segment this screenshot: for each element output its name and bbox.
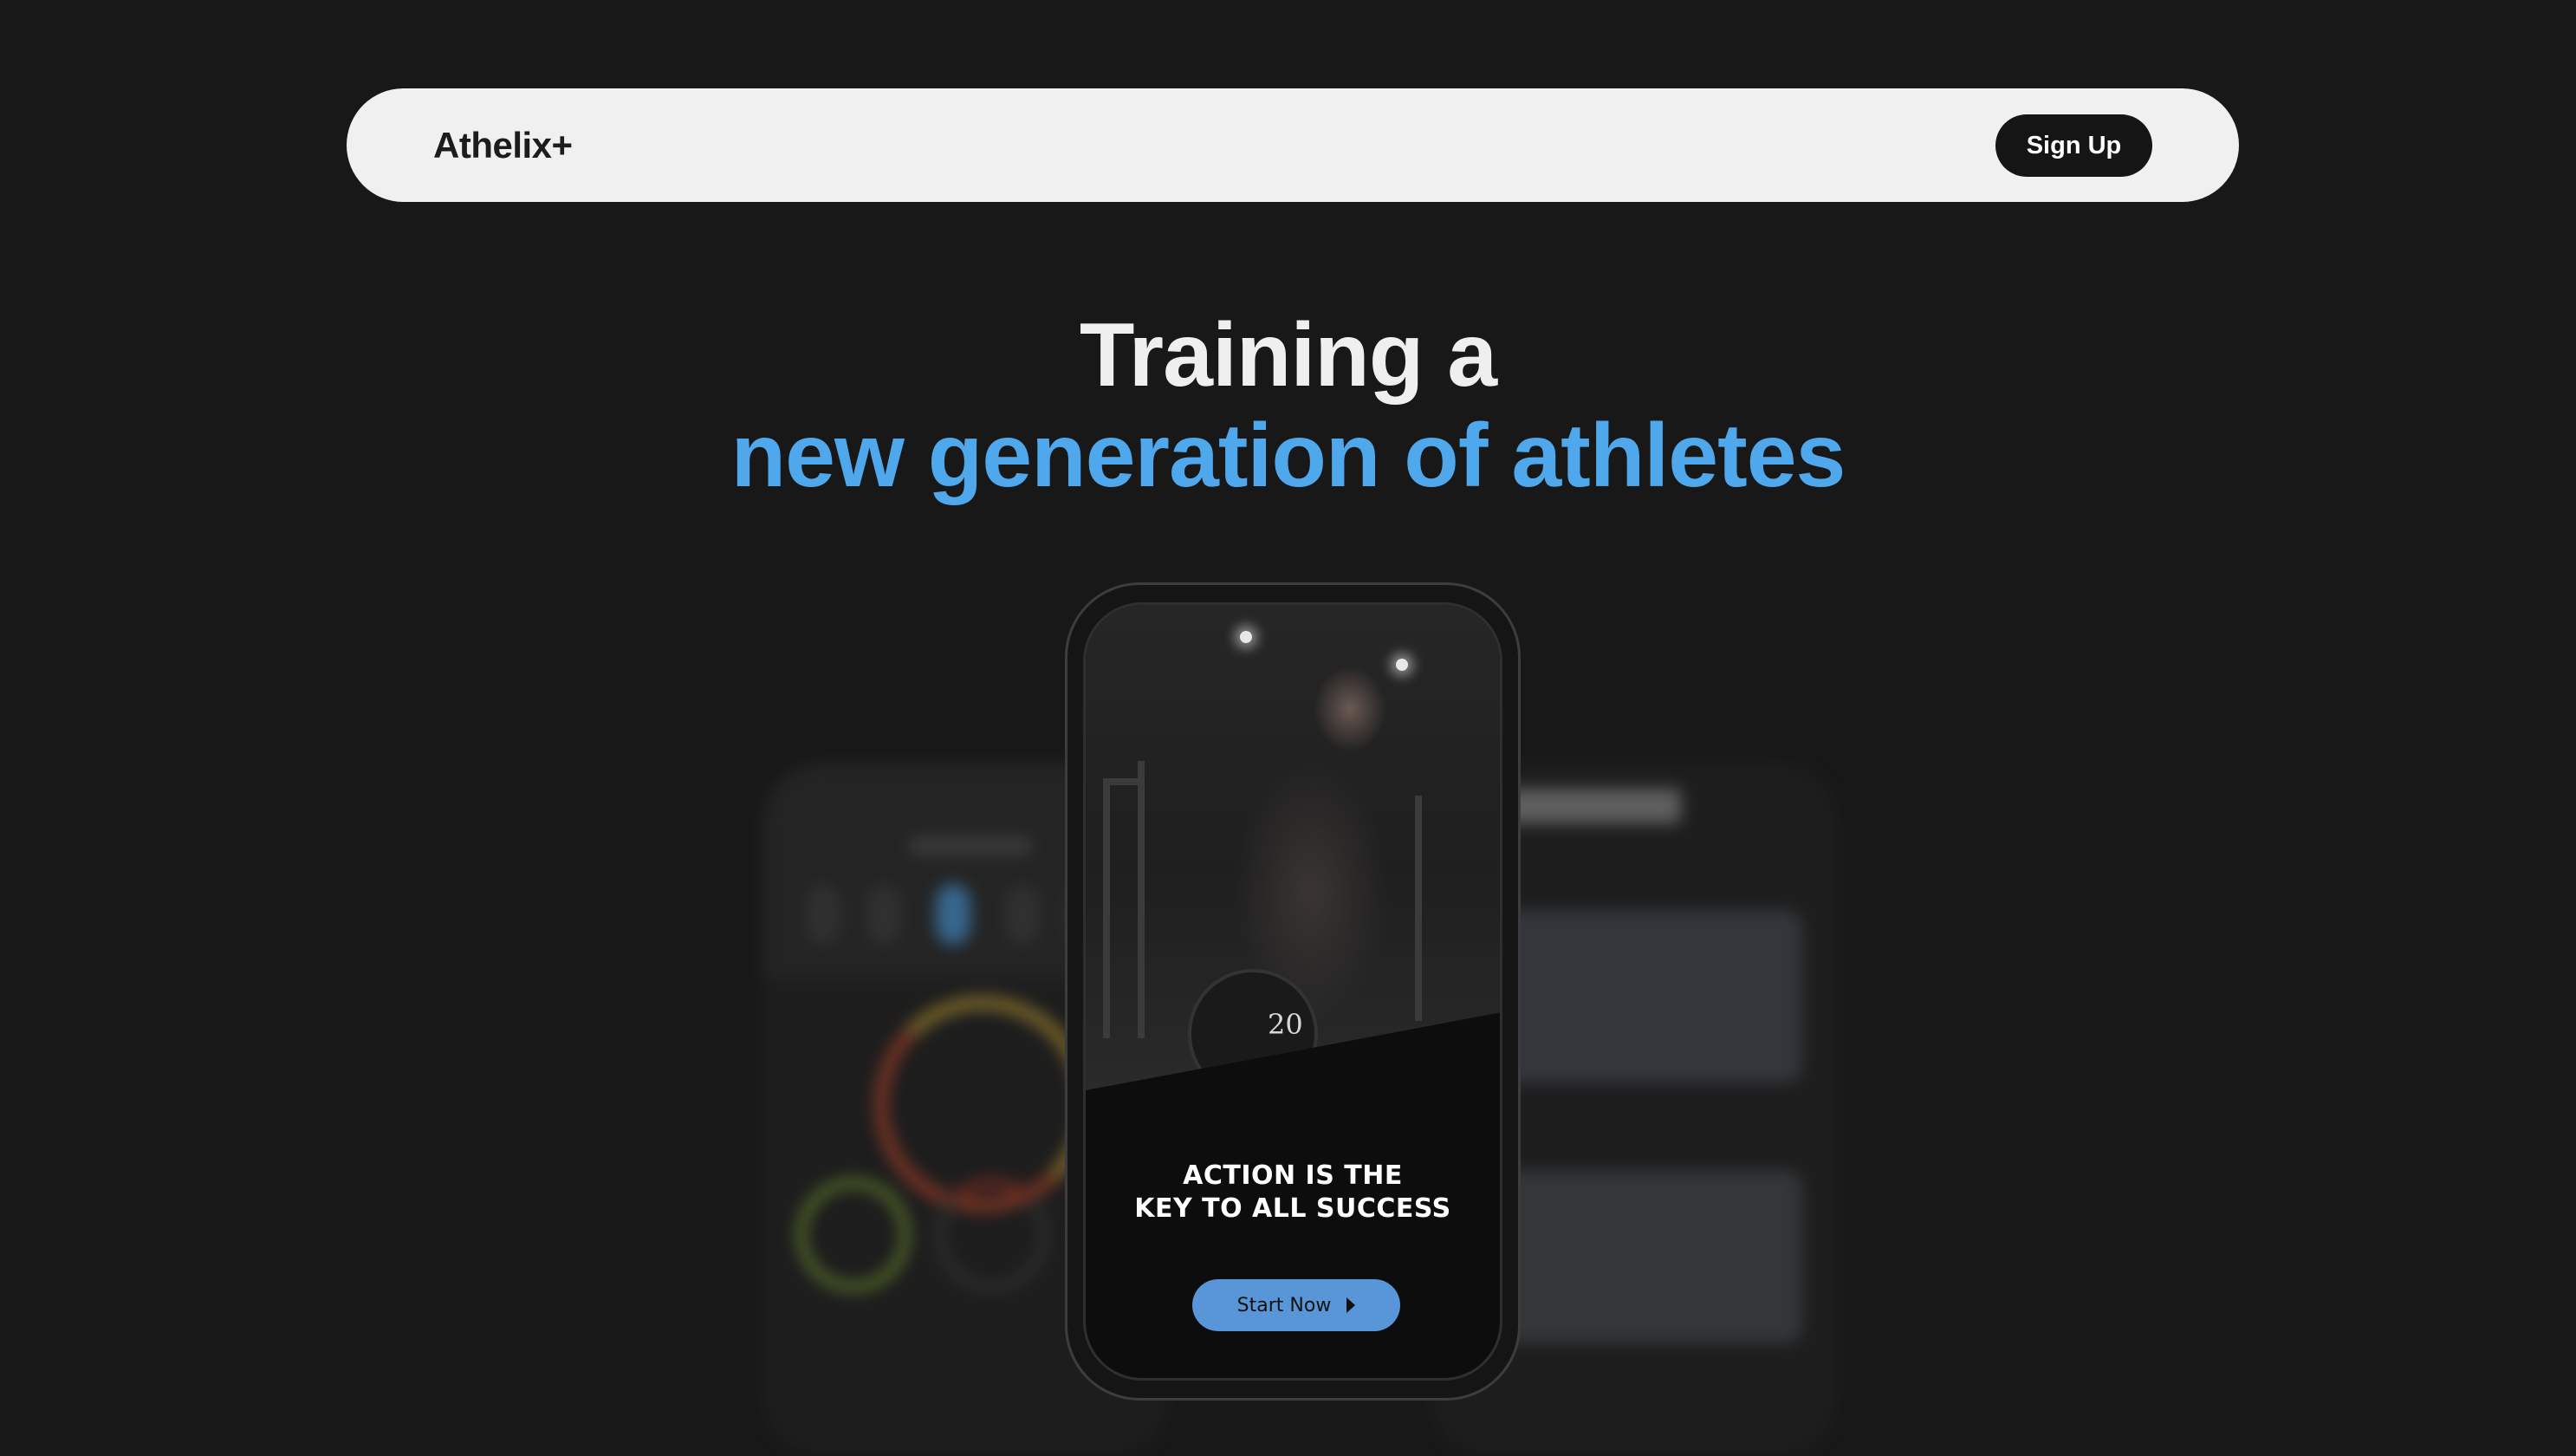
phone-mockup: 20 ACTION IS THE KEY TO ALL SUCCESS Star… <box>1065 582 1521 1401</box>
play-icon <box>1346 1297 1356 1313</box>
athlete-photo: 20 <box>1086 605 1500 1090</box>
hero-title-line-2: new generation of athletes <box>730 406 1846 506</box>
tagline-line-2: KEY TO ALL SUCCESS <box>1134 1193 1451 1224</box>
start-now-button[interactable]: Start Now <box>1192 1279 1400 1331</box>
hero-heading: Training a new generation of athletes <box>0 305 2576 506</box>
start-now-label: Start Now <box>1236 1294 1332 1316</box>
tagline: ACTION IS THE KEY TO ALL SUCCESS <box>1086 1160 1500 1225</box>
brand-logo[interactable]: Athelix+ <box>433 88 573 202</box>
plate-number: 20 <box>1268 1008 1303 1041</box>
hero-title-line-1: Training a <box>1079 305 1497 406</box>
sign-up-button[interactable]: Sign Up <box>1995 114 2152 177</box>
tagline-line-1: ACTION IS THE <box>1183 1160 1403 1191</box>
top-nav-bar: Athelix+ Sign Up <box>347 88 2239 202</box>
phone-screen: 20 ACTION IS THE KEY TO ALL SUCCESS Star… <box>1083 602 1502 1381</box>
